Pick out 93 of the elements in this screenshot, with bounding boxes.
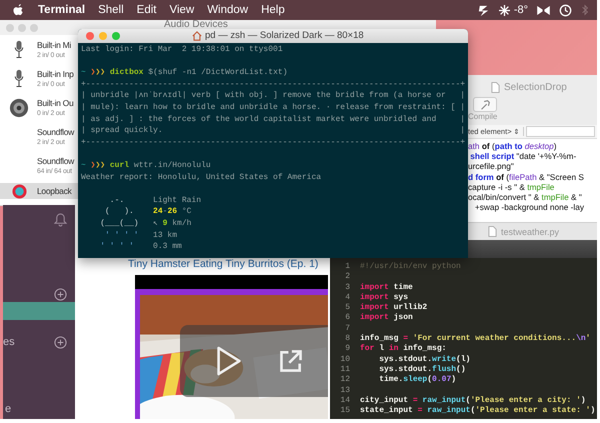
share-icon[interactable] [278,348,304,374]
play-icon[interactable] [216,346,242,376]
home-icon [192,30,202,40]
terminal-line: .-. Light Rain [108,194,202,206]
bell-icon[interactable] [54,213,67,227]
line-number: 6 [344,313,350,324]
add-icon[interactable] [54,336,67,348]
add-icon[interactable] [54,288,67,300]
line-number: 8 [344,334,350,344]
code-line: +swap -background none -lay [474,202,585,212]
code-line: ocal/bin/convert " & tmpFile & " [468,192,583,202]
code-line: shell script "date '+%Y-%m- [469,151,578,162]
line-number: 14 [339,396,350,406]
menu-item[interactable]: Window [207,4,248,16]
device-name: Soundflow [37,126,74,138]
code-line: urcefile.png" [468,161,515,172]
speaker-icon [9,98,29,118]
code-line: sys.stdout.write(l) [378,354,470,365]
code-line: import sys [360,292,408,303]
terminal-line: ' ' ' ' 13 km [104,230,178,242]
apple-icon[interactable] [13,4,24,16]
code-line: import urllib2 [360,303,428,313]
temperature-text[interactable]: -8° [514,4,528,16]
terminal-line: | as adj. ] : the forces of the world capitalist market were unbridled and | [81,114,466,126]
microphone-icon [14,40,24,60]
zoom-button[interactable] [112,32,120,40]
device-name: Built-in Ou [37,96,74,108]
video-title-link[interactable]: Tiny Hamster Eating Tiny Burritos (Ep. 1) [128,258,318,270]
code-line: import time [360,282,413,293]
device-row[interactable]: Loopback [0,183,78,199]
microphone-icon [14,68,24,88]
terminal-line: Weather report: Honolulu, United States of America [81,172,322,184]
section-header: es [3,336,15,348]
command-line: ~ ❯❯❯ dictbox $(shuf -n1 /DictWordList.txt) [81,67,289,79]
device-name: Loopback [37,185,72,197]
terminal-line: | unbridle |ʌnˈbrʌɪdl| verb [ with obj. ] remove the bridle from (a horse or | [81,90,466,102]
line-number: 13 [339,386,350,396]
compile-button[interactable] [473,97,497,112]
code-line: state_input = raw_input('Please enter a state: ') [360,406,596,416]
terminal-line: | spread quickly. | [81,125,466,137]
menu-item[interactable]: Terminal [38,4,86,16]
menu-item[interactable]: Shell [98,4,124,16]
clock-icon[interactable] [559,4,572,16]
hammer-icon [479,98,491,110]
menu-item[interactable]: Help [261,4,285,16]
line-number: 9 [344,344,350,355]
line-number: 7 [344,324,350,334]
bluetooth-icon[interactable] [581,4,589,16]
line-number: 11 [339,364,350,376]
line-number: 4 [344,292,350,304]
loopback-icon [12,184,26,198]
menu-item[interactable]: Edit [136,4,156,16]
terminal-line: +------------------------------------------------------------------------------+ [81,136,466,148]
line-number: 12 [339,375,350,386]
line-number: 10 [339,354,350,365]
code-line: capture -i -s " & tmpFile [468,182,556,192]
window-title: SelectionDrop [504,82,567,93]
close-button[interactable] [86,32,94,40]
code-line: d form of (filePath & "Screen S [468,172,585,182]
document-icon [491,82,500,93]
file-icon [488,226,497,237]
search-field[interactable] [526,126,595,137]
line-number: 2 [344,272,350,283]
channel-item[interactable]: e [3,400,75,418]
code-line: sys.stdout.flush() [378,364,466,375]
terminal-line: | mule): learn how to bridle and unbridle a horse. · release from restraint: [ | [81,102,466,114]
line-number: 15 [339,406,350,416]
window-title: pd — zsh — Solarized Dark — 80×18 [205,30,364,41]
terminal-line: +------------------------------------------------------------------------------+ [81,78,466,90]
compile-label: Compile [468,112,498,121]
terminal-line: (___(__) ↖ 9 km/h [99,218,192,230]
code-line: for l in info_msg: [360,344,446,355]
command-line: ~ ❯❯❯ curl wttr.in/Honolulu [81,160,212,172]
window-title: testweather.py [501,226,560,236]
line-number: 5 [344,303,350,314]
code-line: city_input = raw_input('Please enter a city: ') [360,396,586,406]
code-line: info_msg = 'For current weather conditions...\n' [360,334,590,344]
code-line: time.sleep(0.07) [378,375,456,386]
code-line: import json [360,313,413,324]
device-name: Soundflow [37,154,74,166]
line-number: 3 [344,282,350,293]
window-title: Audio Devices [164,20,228,29]
terminal-line: ( ). 24-26 °C [104,206,192,218]
bowtie-icon[interactable] [537,6,550,14]
code-line: #!/usr/bin/env python [360,262,461,272]
terminal-line: ' ' ' ' 0.3 mm [99,241,183,253]
device-name: Built-in Inp [37,68,74,80]
menu-item[interactable]: View [169,4,194,16]
snowflake-icon[interactable] [498,4,510,16]
device-name: Built-in Mi [37,38,72,50]
line-number: 1 [344,262,350,272]
code-line: ath of (path to desktop) [468,141,558,152]
terminal-line: Last login: Fri Mar 2 19:38:01 on ttys001 [81,44,284,56]
